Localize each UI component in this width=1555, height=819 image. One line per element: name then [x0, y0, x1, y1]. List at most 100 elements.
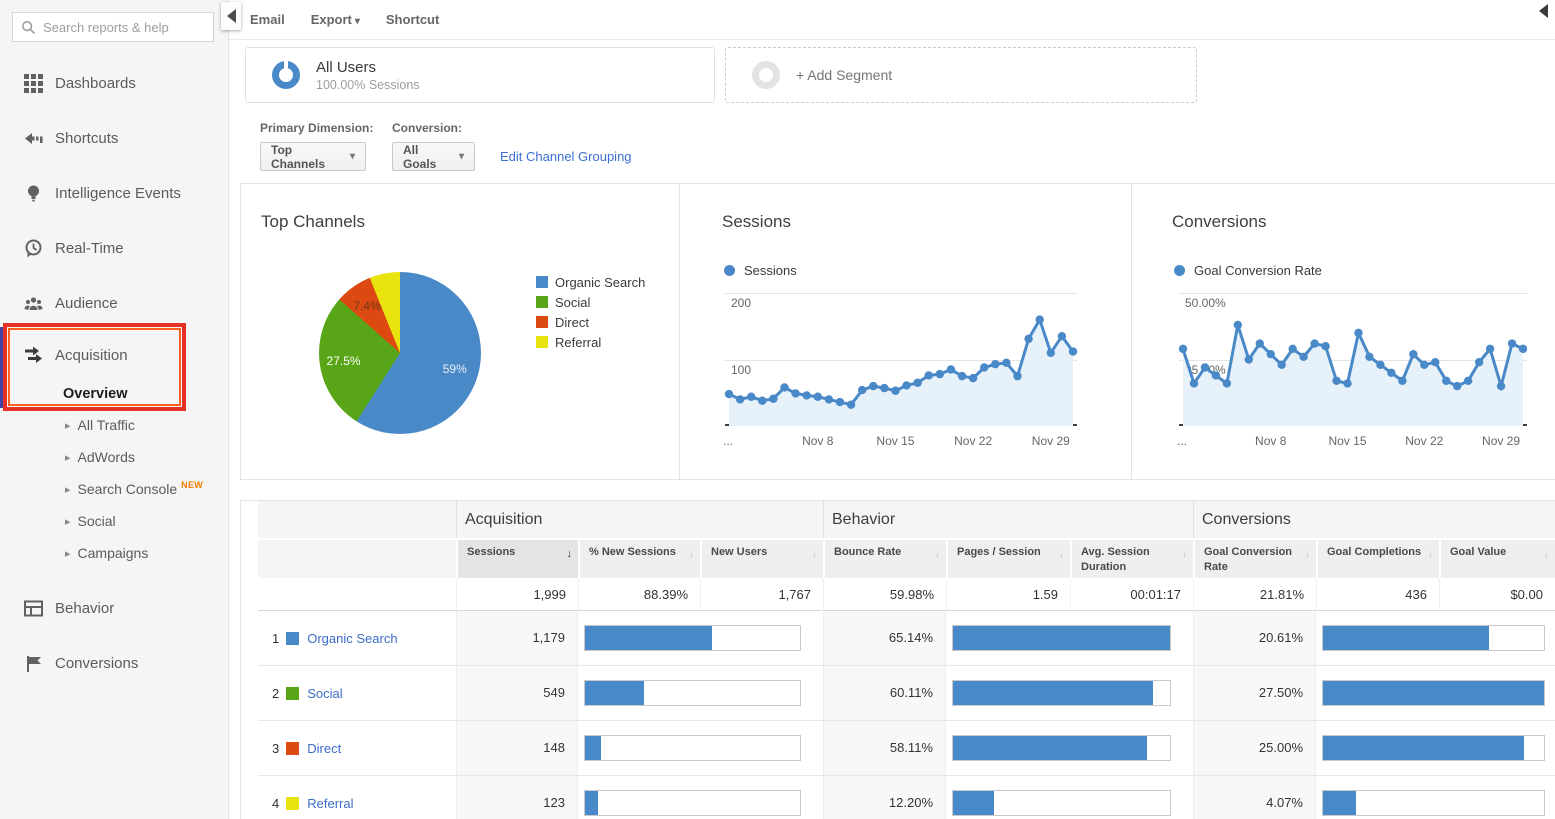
search-input[interactable] — [43, 19, 219, 35]
table-row: 4 Referral 123 12.20% 4.07% — [258, 776, 1555, 819]
chevron-down-icon: ▾ — [458, 151, 464, 162]
chevron-right-icon: ▸ — [65, 451, 71, 464]
column-header-goal-completions[interactable]: Goal Completions ↓ — [1316, 538, 1439, 578]
email-button[interactable]: Email — [250, 12, 285, 27]
sort-arrow-icon: ↓ — [1543, 548, 1550, 560]
sidebar-item-label: Conversions — [55, 655, 139, 672]
goal-conversion-rate-cell: 20.61% — [1193, 611, 1316, 665]
sidebar-item-label: Real-Time — [55, 240, 124, 257]
column-header-label: Avg. Session Duration — [1081, 546, 1150, 573]
column-header-goal-value[interactable]: Goal Value ↓ — [1439, 538, 1555, 578]
legend-label: Organic Search — [555, 274, 646, 290]
add-segment-button[interactable]: + Add Segment — [725, 47, 1197, 103]
sidebar-item-real-time[interactable]: Real-Time — [0, 221, 228, 276]
table-row: 1 Organic Search 1,179 65.14% 20.61% — [258, 611, 1555, 666]
conversions-line-chart[interactable]: 50.00%25.00%...Nov 8Nov 15Nov 22Nov 29 — [1177, 293, 1528, 448]
sidebar-item-dashboards[interactable]: Dashboards — [0, 56, 228, 111]
sidebar-subitem-campaigns[interactable]: ▸ Campaigns — [0, 537, 228, 569]
overview-charts-card: Top Channels 59% 27.5% 7.4% Organic Search… — [240, 183, 1555, 480]
dashboards-grid-icon — [24, 74, 43, 93]
top-channels-pie-chart[interactable]: 59% 27.5% 7.4% — [319, 272, 481, 434]
totals-cell: 1.59 — [946, 578, 1070, 611]
channel-link[interactable]: Direct — [307, 741, 341, 756]
column-header-goal-conversion-rate[interactable]: Goal Conversion Rate ↓ — [1193, 538, 1316, 578]
segment-subtitle: 100.00% Sessions — [316, 77, 420, 92]
comparison-bar-fill — [585, 791, 599, 815]
chevron-down-icon: ▾ — [354, 16, 360, 27]
group-header-conversions: Conversions — [1193, 501, 1555, 538]
comparison-bar — [952, 625, 1171, 651]
sidebar-subitem-label: Social — [77, 513, 116, 529]
segment-all-users[interactable]: All Users 100.00% Sessions — [245, 47, 715, 103]
sidebar-item-conversions[interactable]: Conversions — [0, 636, 228, 691]
sidebar-subitem-label: Search Console — [77, 481, 178, 497]
column-header-avg-session-duration[interactable]: Avg. Session Duration ↓ — [1070, 538, 1193, 578]
shortcut-button[interactable]: Shortcut — [386, 12, 439, 27]
x-axis-tick-label: Nov 29 — [1031, 434, 1070, 448]
sidebar-item-behavior[interactable]: Behavior — [0, 581, 228, 636]
sidebar-item-intelligence-events[interactable]: Intelligence Events — [0, 166, 228, 221]
legend-swatch-icon — [536, 336, 548, 348]
row-rank: 2 — [272, 685, 280, 701]
column-header-new-users[interactable]: New Users ↓ — [700, 538, 823, 578]
comparison-bar-cell — [946, 666, 1193, 720]
comparison-bar — [1322, 790, 1545, 816]
sidebar-subitem-search-console[interactable]: ▸ Search Console NEW — [0, 473, 228, 505]
acquisition-arrows-icon — [25, 346, 42, 363]
comparison-bar-cell — [946, 611, 1193, 665]
comparison-bar-cell — [946, 776, 1193, 819]
channel-color-swatch-icon — [286, 796, 300, 810]
conversions-legend: Goal Conversion Rate — [1174, 262, 1322, 278]
sidebar-subitem-adwords[interactable]: ▸ AdWords — [0, 441, 228, 473]
group-header-acquisition: Acquisition — [456, 501, 823, 538]
sidebar-collapse-toggle[interactable] — [221, 2, 241, 30]
collapse-left-icon — [226, 9, 236, 23]
comparison-bar — [952, 735, 1171, 761]
sidebar-subitem-social[interactable]: ▸ Social — [0, 505, 228, 537]
sidebar-search[interactable] — [12, 12, 219, 42]
sidebar-item-label: Shortcuts — [55, 130, 119, 147]
lightbulb-icon — [28, 185, 39, 202]
channel-cell: 1 Organic Search — [258, 611, 456, 665]
column-header-label: Goal Completions — [1327, 546, 1422, 558]
channel-link[interactable]: Organic Search — [307, 631, 397, 646]
pie-slice-label: 27.5% — [326, 354, 361, 369]
channel-link[interactable]: Referral — [307, 796, 353, 811]
legend-label: Goal Conversion Rate — [1194, 262, 1322, 278]
sidebar-item-acquisition-overview[interactable]: Overview — [0, 379, 228, 409]
conversion-dropdown[interactable]: All Goals ▾ — [392, 142, 475, 171]
x-axis-tick-label: Nov 29 — [1482, 434, 1521, 448]
sidebar-item-label: Dashboards — [55, 75, 136, 92]
comparison-bar — [1322, 735, 1545, 761]
sidebar-item-acquisition[interactable]: Acquisition — [0, 331, 228, 379]
totals-cell: 59.98% — [823, 578, 946, 611]
column-header-pages-session[interactable]: Pages / Session ↓ — [946, 538, 1070, 578]
legend-dot-icon — [1174, 264, 1185, 276]
channel-cell: 3 Direct — [258, 721, 456, 775]
comparison-bar-fill — [953, 791, 994, 815]
legend-label: Social — [555, 294, 591, 310]
header-cell-empty — [258, 538, 456, 578]
sidebar-item-audience[interactable]: Audience — [0, 276, 228, 331]
row-rank: 3 — [272, 740, 280, 756]
column-header-sessions[interactable]: Sessions ↓ — [456, 538, 578, 578]
column-header--new-sessions[interactable]: % New Sessions ↓ — [578, 538, 700, 578]
comparison-bar-fill — [953, 736, 1147, 760]
sort-arrow-icon: ↓ — [1058, 548, 1065, 560]
channels-table: Acquisition Behavior Conversions Session… — [258, 501, 1555, 819]
chevron-right-icon: ▸ — [65, 483, 71, 496]
sidebar-subitem-all-traffic[interactable]: ▸ All Traffic — [0, 409, 228, 441]
totals-cell: 00:01:17 — [1070, 578, 1193, 611]
sessions-line-chart[interactable]: 200 100... Nov 8 Nov 15 Nov 22 Nov 29 — [723, 293, 1078, 448]
behavior-layout-icon — [24, 600, 43, 617]
export-button[interactable]: Export ▾ — [311, 12, 360, 27]
channel-link[interactable]: Social — [307, 686, 342, 701]
sidebar-item-label: Audience — [55, 295, 118, 312]
edit-channel-grouping-link[interactable]: Edit Channel Grouping — [500, 149, 632, 164]
column-header-bounce-rate[interactable]: Bounce Rate ↓ — [823, 538, 946, 578]
panel-collapse-toggle[interactable] — [1539, 4, 1555, 26]
channel-color-swatch-icon — [286, 686, 300, 700]
sidebar-item-shortcuts[interactable]: Shortcuts — [0, 111, 228, 166]
primary-dimension-dropdown[interactable]: Top Channels ▾ — [260, 142, 366, 171]
audience-people-icon — [24, 297, 43, 310]
